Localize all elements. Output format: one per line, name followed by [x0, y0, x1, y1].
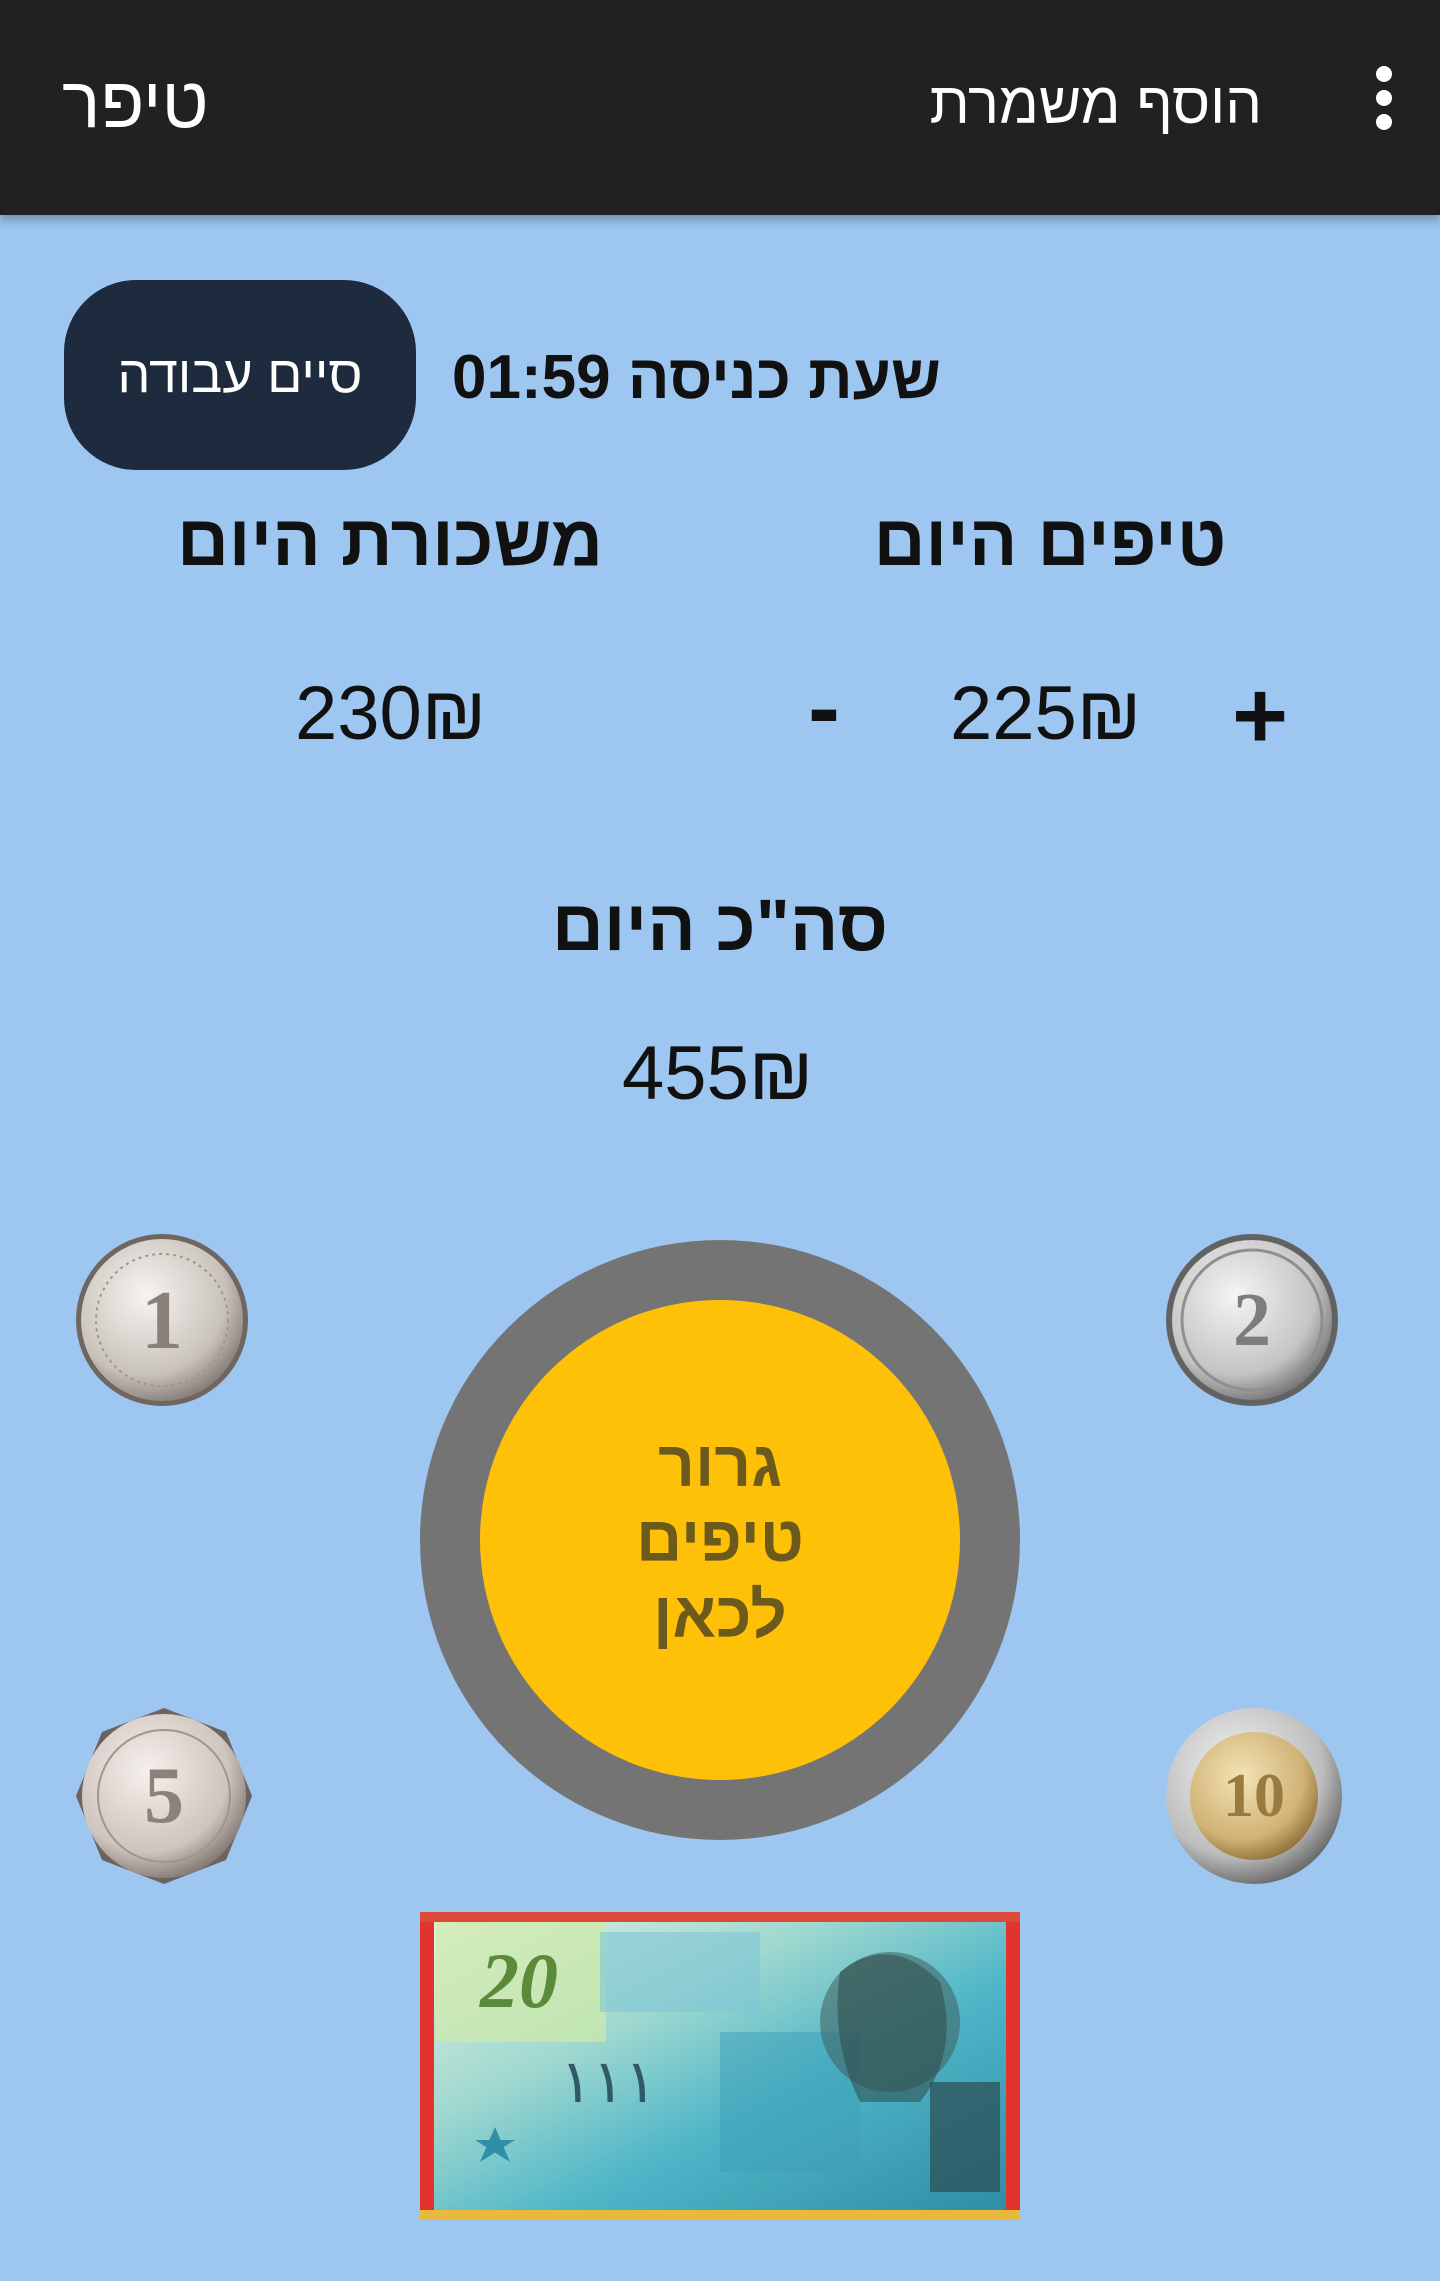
- coin-numeral-1: 1: [141, 1274, 183, 1367]
- ten-shekel-coin[interactable]: 10: [1162, 1704, 1346, 1888]
- entry-time-text: שעת כניסה 01:59: [452, 343, 941, 412]
- tips-today-heading: טיפים היום: [873, 501, 1227, 581]
- tip-drop-zone[interactable]: גרור טיפים לכאן: [480, 1300, 960, 1780]
- salary-today-value: 230₪: [295, 671, 487, 756]
- svg-text:۱۱۱: ۱۱۱: [560, 2049, 657, 2115]
- tip-drop-zone-label: גרור טיפים לכאן: [636, 1427, 804, 1651]
- coin-numeral-5: 5: [144, 1752, 184, 1840]
- one-shekel-coin[interactable]: 1: [72, 1230, 252, 1410]
- banknote-denomination: 20: [479, 1937, 558, 2024]
- more-vert-icon[interactable]: [1366, 66, 1402, 138]
- end-work-button[interactable]: סיים עבודה: [64, 280, 416, 470]
- coin-numeral-2: 2: [1233, 1278, 1271, 1362]
- subtract-tip-button[interactable]: -: [808, 660, 840, 756]
- add-shift-button[interactable]: הוסף משמרת: [930, 70, 1262, 137]
- app-title: טיפר: [62, 63, 209, 143]
- app-bar: טיפר הוסף משמרת: [0, 0, 1440, 215]
- coin-numeral-10: 10: [1223, 1762, 1285, 1830]
- tips-today-value: 225₪: [950, 671, 1142, 756]
- twenty-shekel-banknote[interactable]: 20 ۱۱۱: [420, 1912, 1020, 2220]
- add-tip-button[interactable]: +: [1232, 668, 1288, 764]
- total-today-heading: סה"כ היום: [551, 886, 889, 966]
- two-shekel-coin[interactable]: 2: [1162, 1230, 1342, 1410]
- total-today-value: 455₪: [622, 1031, 814, 1116]
- salary-today-heading: משכורת היום: [176, 501, 604, 581]
- five-shekel-coin[interactable]: 5: [72, 1704, 256, 1888]
